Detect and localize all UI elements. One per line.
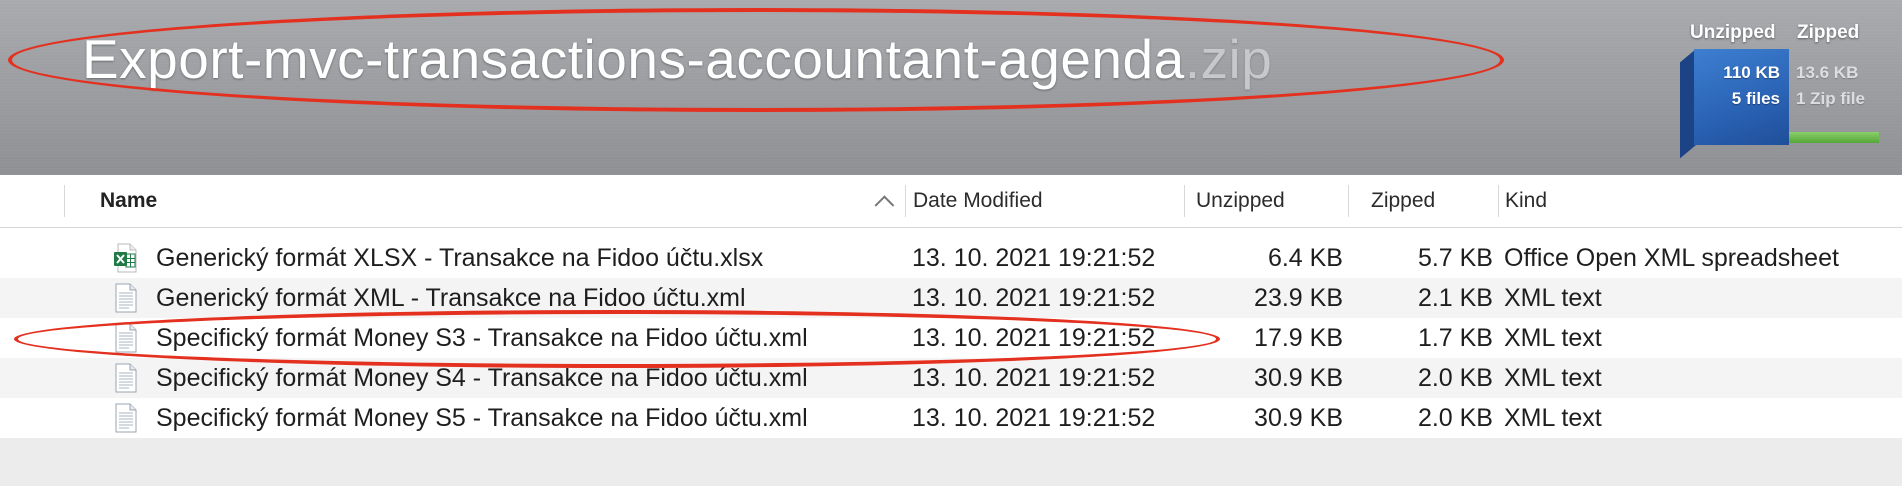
file-row[interactable]: Generický formát XLSX - Transakce na Fid… bbox=[0, 238, 1902, 278]
title-highlight-annotation bbox=[8, 8, 1504, 112]
file-row[interactable]: Generický formát XML - Transakce na Fido… bbox=[0, 278, 1902, 318]
file-date: 13. 10. 2021 19:21:52 bbox=[912, 244, 1156, 272]
unzipped-stat-values: 110 KB 5 files bbox=[1700, 60, 1780, 112]
file-kind: Office Open XML spreadsheet bbox=[1504, 244, 1839, 272]
zipped-size: 13.6 KB bbox=[1796, 63, 1859, 82]
file-unzipped-size: 23.9 KB bbox=[1254, 284, 1343, 312]
archive-header: Export-mvc-transactions-accountant-agend… bbox=[0, 0, 1902, 175]
row-highlight-annotation bbox=[14, 310, 1220, 368]
zipped-count: 1 Zip file bbox=[1796, 89, 1865, 108]
file-unzipped-size: 6.4 KB bbox=[1267, 244, 1343, 272]
file-unzipped-size: 30.9 KB bbox=[1254, 364, 1343, 392]
file-row[interactable]: Specifický formát Money S4 - Transakce n… bbox=[0, 358, 1902, 398]
file-zipped-size: 5.7 KB bbox=[1417, 244, 1493, 272]
file-date: 13. 10. 2021 19:21:52 bbox=[912, 364, 1156, 392]
unzipped-count: 5 files bbox=[1731, 89, 1780, 108]
xml-file-icon bbox=[114, 283, 138, 313]
xml-file-icon bbox=[114, 363, 138, 393]
column-separator bbox=[1184, 185, 1185, 217]
file-name: Specifický formát Money S5 - Transakce n… bbox=[156, 404, 808, 432]
list-top-padding bbox=[0, 228, 1902, 238]
xml-file-icon bbox=[114, 403, 138, 433]
file-row[interactable]: Specifický formát Money S5 - Transakce n… bbox=[0, 398, 1902, 438]
excel-file-icon bbox=[114, 243, 138, 273]
file-kind: XML text bbox=[1504, 284, 1602, 312]
sort-ascending-icon[interactable] bbox=[874, 195, 895, 216]
file-date: 13. 10. 2021 19:21:52 bbox=[912, 404, 1156, 432]
zipped-stat-values: 13.6 KB 1 Zip file bbox=[1796, 60, 1896, 112]
file-kind: XML text bbox=[1504, 404, 1602, 432]
column-separator bbox=[64, 185, 65, 217]
file-kind: XML text bbox=[1504, 364, 1602, 392]
list-empty-area bbox=[0, 438, 1902, 486]
column-header-date[interactable]: Date Modified bbox=[913, 189, 1043, 213]
column-header-name[interactable]: Name bbox=[100, 189, 157, 213]
column-header-zipped[interactable]: Zipped bbox=[1371, 189, 1435, 213]
file-zipped-size: 2.0 KB bbox=[1417, 364, 1493, 392]
file-zipped-size: 2.1 KB bbox=[1417, 284, 1493, 312]
file-name: Generický formát XLSX - Transakce na Fid… bbox=[156, 244, 764, 272]
file-kind: XML text bbox=[1504, 324, 1602, 352]
column-separator bbox=[1498, 185, 1499, 217]
column-header-row: Name Date Modified Unzipped Zipped Kind bbox=[0, 175, 1902, 228]
column-separator bbox=[905, 185, 906, 217]
file-zipped-size: 1.7 KB bbox=[1417, 324, 1493, 352]
unzipped-stat-label: Unzipped bbox=[1690, 22, 1776, 43]
zipped-size-bar bbox=[1789, 132, 1879, 143]
column-header-unzipped[interactable]: Unzipped bbox=[1196, 189, 1285, 213]
column-separator bbox=[1348, 185, 1349, 217]
file-unzipped-size: 30.9 KB bbox=[1254, 404, 1343, 432]
file-date: 13. 10. 2021 19:21:52 bbox=[912, 284, 1156, 312]
unzipped-size: 110 KB bbox=[1723, 63, 1780, 82]
file-zipped-size: 2.0 KB bbox=[1417, 404, 1493, 432]
column-header-kind[interactable]: Kind bbox=[1505, 189, 1547, 213]
zipped-stat-label: Zipped bbox=[1797, 22, 1860, 43]
